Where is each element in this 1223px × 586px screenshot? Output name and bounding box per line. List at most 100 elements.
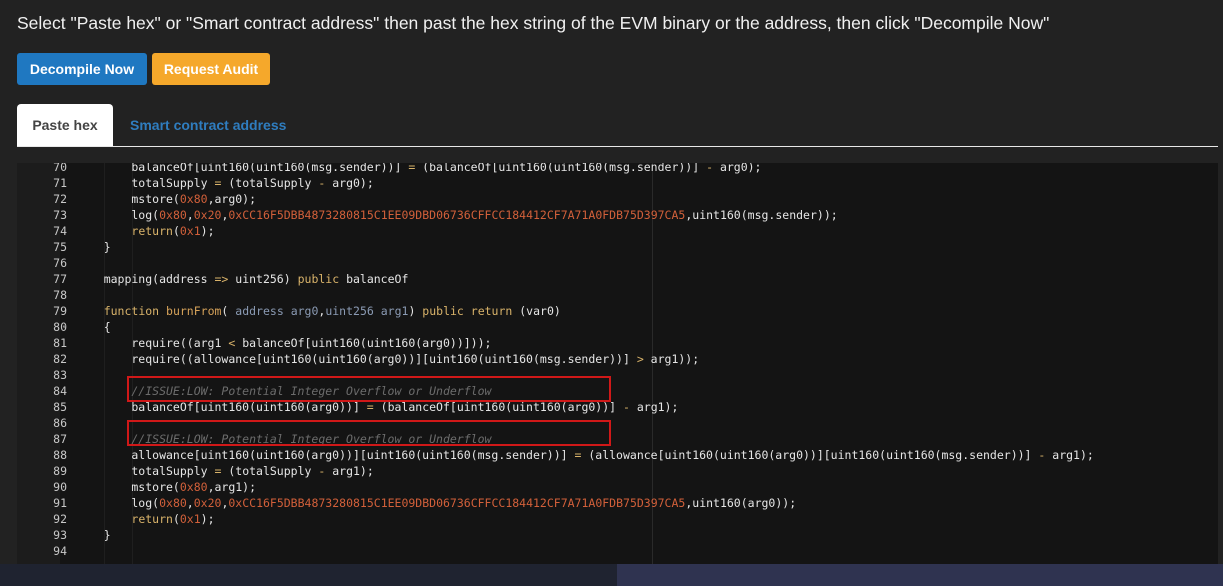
code-text: return(0x1); bbox=[76, 223, 215, 239]
line-number: 80 bbox=[53, 320, 67, 334]
code-token: 0x1 bbox=[179, 224, 201, 238]
code-token: totalSupply bbox=[76, 176, 215, 190]
tab-paste-hex[interactable]: Paste hex bbox=[17, 104, 113, 146]
code-token: 0xCC16F5DBB4873280815C1EE09DBD06736CFFCC… bbox=[228, 208, 686, 222]
line-number: 85 bbox=[53, 400, 67, 414]
code-token: address bbox=[235, 304, 284, 318]
code-token: } bbox=[76, 528, 111, 542]
code-token: uint256 bbox=[325, 304, 374, 318]
instructions-text: Select "Paste hex" or "Smart contract ad… bbox=[17, 13, 1050, 33]
code-line: 93 } bbox=[17, 527, 1218, 543]
code-token: ,uint160(arg0)); bbox=[685, 496, 797, 510]
code-token: 0xCC16F5DBB4873280815C1EE09DBD06736CFFCC… bbox=[228, 496, 686, 510]
code-token: totalSupply bbox=[76, 464, 215, 478]
code-token: , bbox=[186, 496, 194, 510]
line-number: 77 bbox=[53, 272, 67, 286]
code-line: 90 mstore(0x80,arg1); bbox=[17, 479, 1218, 495]
code-line: 73 log(0x80,0x20,0xCC16F5DBB4873280815C1… bbox=[17, 207, 1218, 223]
code-token: require((allowance[uint160(uint160(arg0)… bbox=[76, 352, 637, 366]
code-text: totalSupply = (totalSupply - arg0); bbox=[76, 175, 374, 191]
line-number: 75 bbox=[53, 240, 67, 254]
code-token: log( bbox=[76, 496, 160, 510]
code-token: (totalSupply bbox=[221, 176, 319, 190]
code-token: => bbox=[214, 272, 229, 286]
code-token: { bbox=[76, 320, 111, 334]
code-text: mstore(0x80,arg0); bbox=[76, 191, 256, 207]
code-token: return bbox=[131, 224, 173, 238]
code-line: 77 mapping(address => uint256) public ba… bbox=[17, 271, 1218, 287]
line-number: 90 bbox=[53, 480, 67, 494]
code-token: require((arg1 bbox=[76, 336, 229, 350]
code-token: ,uint160(msg.sender)); bbox=[685, 208, 838, 222]
line-number: 72 bbox=[53, 192, 67, 206]
code-line: 75 } bbox=[17, 239, 1218, 255]
tab-smart-contract-address[interactable]: Smart contract address bbox=[130, 104, 286, 146]
line-number: 84 bbox=[53, 384, 67, 398]
code-line: 81 require((arg1 < balanceOf[uint160(uin… bbox=[17, 335, 1218, 351]
code-line: 78 bbox=[17, 287, 1218, 303]
code-token: public bbox=[422, 304, 464, 318]
request-audit-button[interactable]: Request Audit bbox=[152, 53, 270, 85]
code-token: ( bbox=[221, 304, 236, 318]
code-token: 0x20 bbox=[193, 496, 222, 510]
code-token: allowance[uint160(uint160(arg0))][uint16… bbox=[76, 448, 575, 462]
line-number: 79 bbox=[53, 304, 67, 318]
code-token: (balanceOf[uint160(uint160(msg.sender))] bbox=[415, 163, 707, 174]
code-text: } bbox=[76, 239, 111, 255]
code-token: burnFrom bbox=[166, 304, 222, 318]
line-number: 76 bbox=[53, 256, 67, 270]
code-token: arg0); bbox=[325, 176, 374, 190]
code-token: uint256) bbox=[228, 272, 298, 286]
code-line: 94 bbox=[17, 543, 1218, 559]
code-token: arg1); bbox=[325, 464, 374, 478]
code-token: arg1)); bbox=[643, 352, 700, 366]
code-token: function bbox=[103, 304, 160, 318]
code-text: return(0x1); bbox=[76, 511, 214, 527]
code-token: balanceOf[uint160(uint160(msg.sender))] bbox=[76, 163, 409, 174]
decompile-now-button[interactable]: Decompile Now bbox=[17, 53, 147, 85]
code-token: balanceOf[uint160(uint160(arg0))])); bbox=[235, 336, 492, 350]
code-text: log(0x80,0x20,0xCC16F5DBB4873280815C1EE0… bbox=[76, 207, 838, 223]
code-token: (balanceOf[uint160(uint160(arg0))] bbox=[373, 400, 623, 414]
code-token: , bbox=[186, 208, 194, 222]
code-text: } bbox=[76, 527, 111, 543]
line-number: 89 bbox=[53, 464, 67, 478]
line-number: 70 bbox=[53, 163, 67, 174]
line-number: 92 bbox=[53, 512, 67, 526]
code-token: (var0) bbox=[512, 304, 561, 318]
line-number: 81 bbox=[53, 336, 67, 350]
code-text: mstore(0x80,arg1); bbox=[76, 479, 256, 495]
code-token: = bbox=[366, 400, 374, 414]
line-number: 73 bbox=[53, 208, 67, 222]
code-token: - bbox=[622, 400, 630, 414]
code-token: > bbox=[636, 352, 644, 366]
line-number: 94 bbox=[53, 544, 67, 558]
code-token: mstore( bbox=[76, 480, 180, 494]
code-token: 0x20 bbox=[193, 208, 222, 222]
code-token: ); bbox=[200, 224, 215, 238]
code-text: totalSupply = (totalSupply - arg1); bbox=[76, 463, 374, 479]
code-token: public bbox=[297, 272, 340, 286]
code-editor[interactable]: 70 balanceOf[uint160(uint160(msg.sender)… bbox=[17, 163, 1218, 564]
code-token: balanceOf bbox=[339, 272, 409, 286]
issue-highlight-box bbox=[127, 376, 611, 402]
code-token: 0x80 bbox=[159, 208, 187, 222]
code-text: log(0x80,0x20,0xCC16F5DBB4873280815C1EE0… bbox=[76, 495, 796, 511]
code-line: 91 log(0x80,0x20,0xCC16F5DBB4873280815C1… bbox=[17, 495, 1218, 511]
code-token: balanceOf[uint160(uint160(arg0))] bbox=[76, 400, 367, 414]
line-number: 71 bbox=[53, 176, 67, 190]
code-line: 76 bbox=[17, 255, 1218, 271]
code-text: allowance[uint160(uint160(arg0))][uint16… bbox=[76, 447, 1093, 463]
fold-arrow-icon[interactable]: ▾ bbox=[62, 319, 67, 335]
code-token: ) bbox=[408, 304, 423, 318]
code-line: 72 mstore(0x80,arg0); bbox=[17, 191, 1218, 207]
code-text: balanceOf[uint160(uint160(msg.sender))] … bbox=[76, 163, 761, 175]
code-text: mapping(address => uint256) public balan… bbox=[76, 271, 409, 287]
code-line: 71 totalSupply = (totalSupply - arg0); bbox=[17, 175, 1218, 191]
line-number: 93 bbox=[53, 528, 67, 542]
code-token: 0x80 bbox=[179, 480, 208, 494]
